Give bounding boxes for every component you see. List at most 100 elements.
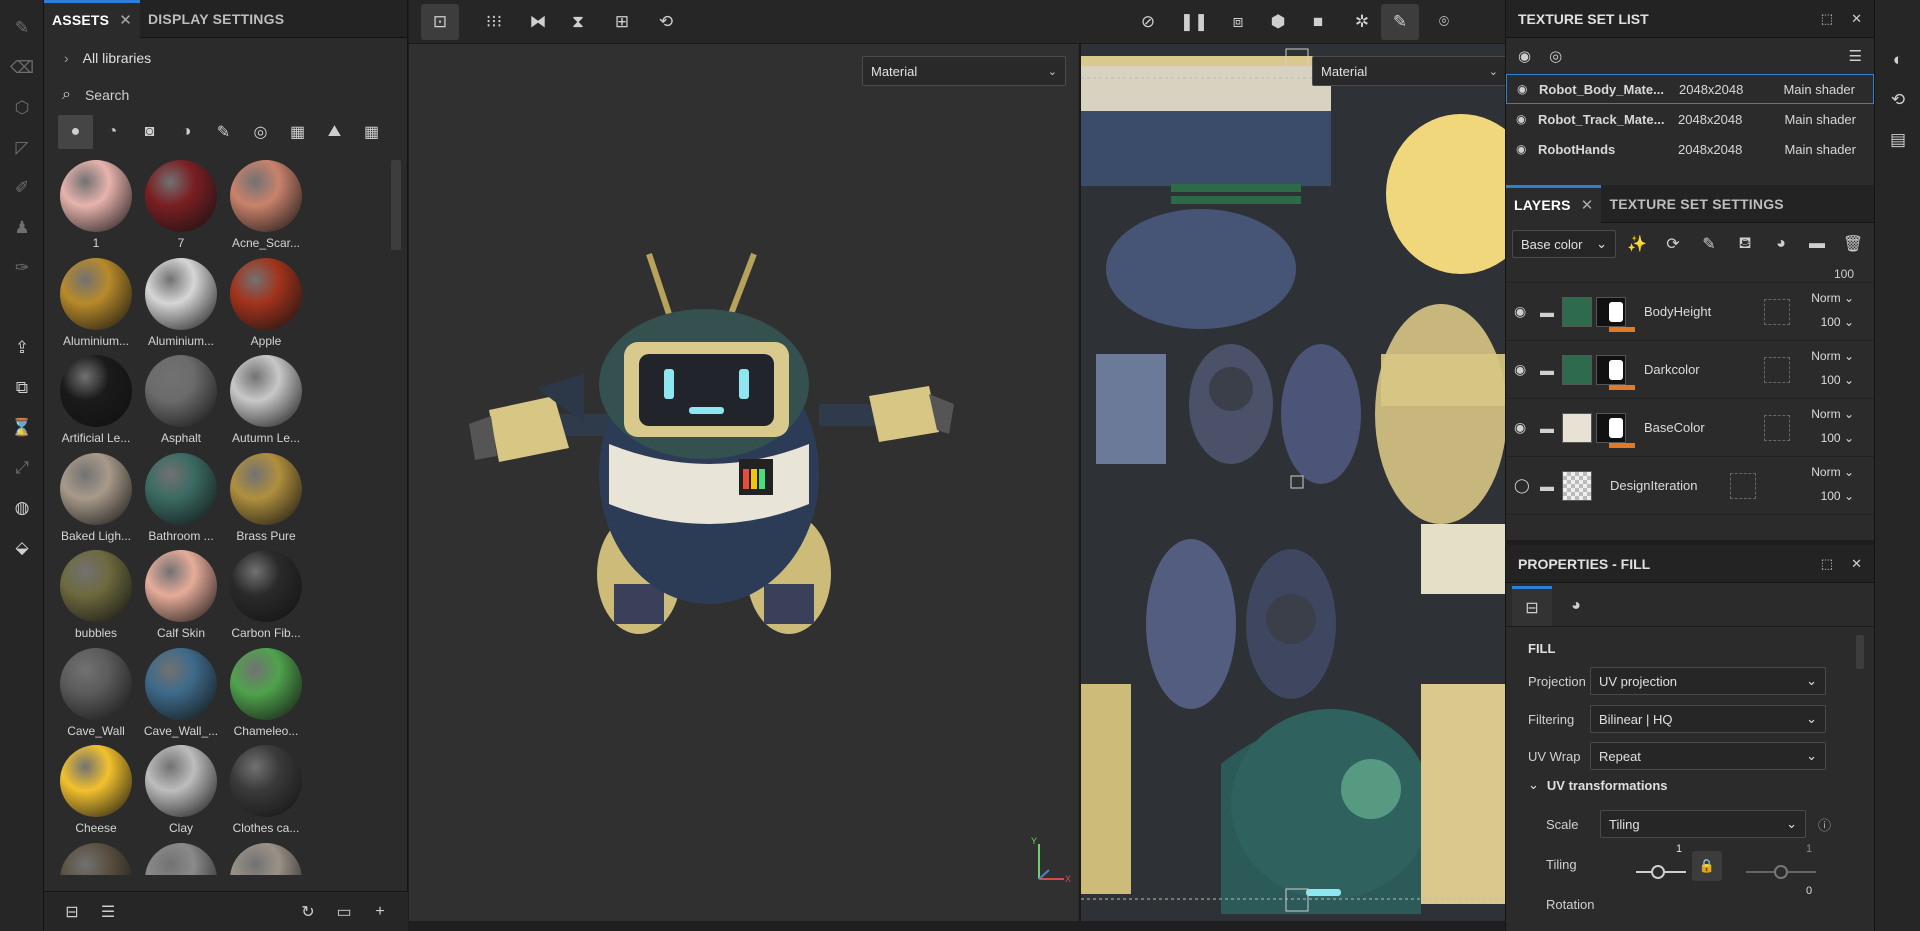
resize-icon[interactable]: ⤢ xyxy=(0,448,44,488)
asset-thumbnail[interactable]: Asphalt xyxy=(139,355,223,445)
add-paint-layer-icon[interactable]: ✎ xyxy=(1694,234,1724,254)
menu-icon[interactable]: ☰ xyxy=(1849,47,1862,65)
export-icon[interactable]: ⇪ xyxy=(0,328,44,368)
texture-set-shader[interactable]: Main shader xyxy=(1778,112,1864,127)
tab-display-settings[interactable]: DISPLAY SETTINGS xyxy=(140,0,292,38)
texture-set-row[interactable]: ◉ Robot_Body_Mate... 2048x2048 Main shader xyxy=(1506,74,1874,104)
view2d-mode-dropdown[interactable]: Material ⌄ xyxy=(1312,56,1505,86)
asset-thumbnail[interactable] xyxy=(139,842,223,875)
3d-view[interactable]: Material ⌄ Y X xyxy=(409,44,1077,921)
asset-thumbnail[interactable]: Artificial Le... xyxy=(54,355,138,445)
eye-icon[interactable]: ◉ xyxy=(1516,112,1538,126)
close-icon[interactable]: ✕ xyxy=(1851,556,1862,572)
all-libraries-row[interactable]: › All libraries xyxy=(44,38,407,78)
2d-uv-view[interactable]: Material ⌄ xyxy=(1079,44,1505,921)
asset-thumbnail[interactable]: 1 xyxy=(54,160,138,250)
asset-thumbnail[interactable]: Apple xyxy=(224,257,308,348)
tab-assets[interactable]: ASSETS ✕ xyxy=(44,0,140,38)
smart-masks-filter-icon[interactable]: ◙ xyxy=(132,115,167,149)
scale-select[interactable]: Tiling ⌄ xyxy=(1600,810,1806,838)
tiling-slider-2-handle[interactable] xyxy=(1774,865,1788,879)
eraser-icon[interactable]: ⌫ xyxy=(0,48,44,88)
brushes-filter-icon[interactable]: ✎ xyxy=(206,115,241,149)
layer-mask-slot[interactable] xyxy=(1764,414,1790,441)
texture-set-row[interactable]: ◉ Robot_Track_Mate... 2048x2048 Main shader xyxy=(1506,104,1874,134)
maximize-icon[interactable]: ⬚ xyxy=(1821,556,1833,572)
clone-stamp-icon[interactable]: ♟ xyxy=(0,208,44,248)
close-icon[interactable]: ✕ xyxy=(1851,11,1862,27)
uvwrap-select[interactable]: Repeat ⌄ xyxy=(1590,742,1826,770)
add-folder-icon[interactable]: ▬ xyxy=(1802,235,1832,253)
layer-thumbnail[interactable] xyxy=(1562,470,1592,501)
asset-thumbnail[interactable]: bubbles xyxy=(54,550,138,640)
layer-row[interactable]: ◉ ▬ BaseColor Norm ⌄ 100 ⌄ xyxy=(1506,399,1874,457)
asset-thumbnail[interactable] xyxy=(54,842,138,875)
search-input[interactable]: ⌕ Search xyxy=(44,78,407,112)
materials-filter-icon[interactable]: ● xyxy=(58,115,93,149)
assets-scrollbar[interactable] xyxy=(391,160,401,250)
properties-scrollbar[interactable] xyxy=(1856,635,1864,669)
layer-blend-mode[interactable]: Norm ⌄ xyxy=(1811,349,1854,363)
refresh-icon[interactable]: ↻ xyxy=(290,902,326,922)
close-icon[interactable]: ✕ xyxy=(1581,196,1594,214)
pause-icon[interactable]: ❚❚ xyxy=(1175,4,1213,40)
asset-thumbnail[interactable]: Brass Pure xyxy=(224,452,308,543)
eye-icon[interactable]: ◯ xyxy=(1514,477,1540,494)
camera-icon[interactable]: ■ xyxy=(1299,4,1337,40)
grid-snap-icon[interactable]: ⁝⁝⁝ xyxy=(475,4,513,40)
layer-mask-slot[interactable] xyxy=(1730,472,1756,499)
layer-blend-mode[interactable]: Norm ⌄ xyxy=(1811,407,1854,421)
filters-filter-icon[interactable]: ◑ xyxy=(169,115,204,149)
layer-blend-mode[interactable]: Norm ⌄ xyxy=(1811,465,1854,479)
add-effect-icon[interactable]: ✨ xyxy=(1622,234,1652,254)
bake-icon[interactable]: ⧉ xyxy=(0,368,44,408)
tab-texture-set-settings[interactable]: TEXTURE SET SETTINGS xyxy=(1601,185,1791,223)
smudge-icon[interactable]: ✐ xyxy=(0,168,44,208)
layer-thumbnail[interactable] xyxy=(1562,412,1592,443)
filtering-select[interactable]: Bilinear | HQ ⌄ xyxy=(1590,705,1826,733)
environments-filter-icon[interactable]: ⛰ xyxy=(317,115,352,149)
shader-settings-icon[interactable]: ◐ xyxy=(1875,40,1920,80)
layer-mask-thumbnail[interactable] xyxy=(1596,412,1626,443)
asset-thumbnail[interactable]: Clay xyxy=(139,745,223,835)
new-folder-icon[interactable]: ▭ xyxy=(326,902,362,922)
layer-thumbnail[interactable] xyxy=(1562,296,1592,327)
texture-set-shader[interactable]: Main shader xyxy=(1779,82,1863,97)
add-fill-layer-icon[interactable]: ⛾ xyxy=(1730,234,1760,254)
asset-thumbnail[interactable]: Aluminium... xyxy=(139,257,223,348)
visibility-settings-icon[interactable]: ◉ xyxy=(1518,47,1531,65)
projection-icon[interactable]: ⬡ xyxy=(0,88,44,128)
log-icon[interactable]: ▤ xyxy=(1875,120,1920,160)
asset-thumbnail[interactable]: Aluminium... xyxy=(54,257,138,348)
split-view-icon[interactable]: ⧈ xyxy=(1219,4,1257,40)
lock-icon[interactable]: 🔒 xyxy=(1692,851,1722,881)
layer-row[interactable]: ◉ ▬ BodyHeight Norm ⌄ 100 ⌄ xyxy=(1506,283,1874,341)
eye-icon[interactable]: ◉ xyxy=(1514,361,1540,378)
hide-icon[interactable]: ⊘ xyxy=(1129,4,1167,40)
symmetry-x-icon[interactable]: ⧓ xyxy=(519,4,557,40)
add-icon[interactable]: + xyxy=(362,903,398,921)
uv-transformations-toggle[interactable]: ⌄ UV transformations xyxy=(1528,777,1668,793)
channel-select[interactable]: Base color ⌄ xyxy=(1512,230,1616,258)
layer-mask-slot[interactable] xyxy=(1764,356,1790,383)
cube-icon[interactable]: ⬢ xyxy=(1259,4,1297,40)
tab-layers[interactable]: LAYERS ✕ xyxy=(1506,184,1602,223)
history-icon[interactable]: ⟲ xyxy=(647,4,685,40)
asset-thumbnail[interactable] xyxy=(224,842,308,875)
layer-opacity[interactable]: 100 ⌄ xyxy=(1821,431,1854,445)
hourglass-icon[interactable]: ⌛ xyxy=(0,408,44,448)
asset-thumbnail[interactable]: Cave_Wall_... xyxy=(139,647,223,738)
layer-opacity[interactable]: 100 ⌄ xyxy=(1821,373,1854,387)
texture-set-row[interactable]: ◉ RobotHands 2048x2048 Main shader xyxy=(1506,134,1874,164)
selection-icon[interactable]: ⊡ xyxy=(421,4,459,40)
asset-thumbnail[interactable]: Carbon Fib... xyxy=(224,550,308,640)
paint-mode-icon[interactable]: ✎ xyxy=(1381,4,1419,40)
layer-row[interactable]: ◯ ▬ DesignIteration Norm ⌄ 100 ⌄ xyxy=(1506,457,1874,515)
asset-thumbnail[interactable]: Cave_Wall xyxy=(54,647,138,738)
tools-filter-icon[interactable]: ▦ xyxy=(280,115,315,149)
smart-materials-filter-icon[interactable]: ◔ xyxy=(95,115,130,149)
delete-icon[interactable]: 🗑 xyxy=(1838,234,1868,254)
material-tab-icon[interactable]: ◕ xyxy=(1556,586,1596,626)
layer-mask-slot[interactable] xyxy=(1764,298,1790,325)
maximize-icon[interactable]: ⬚ xyxy=(1821,11,1833,27)
